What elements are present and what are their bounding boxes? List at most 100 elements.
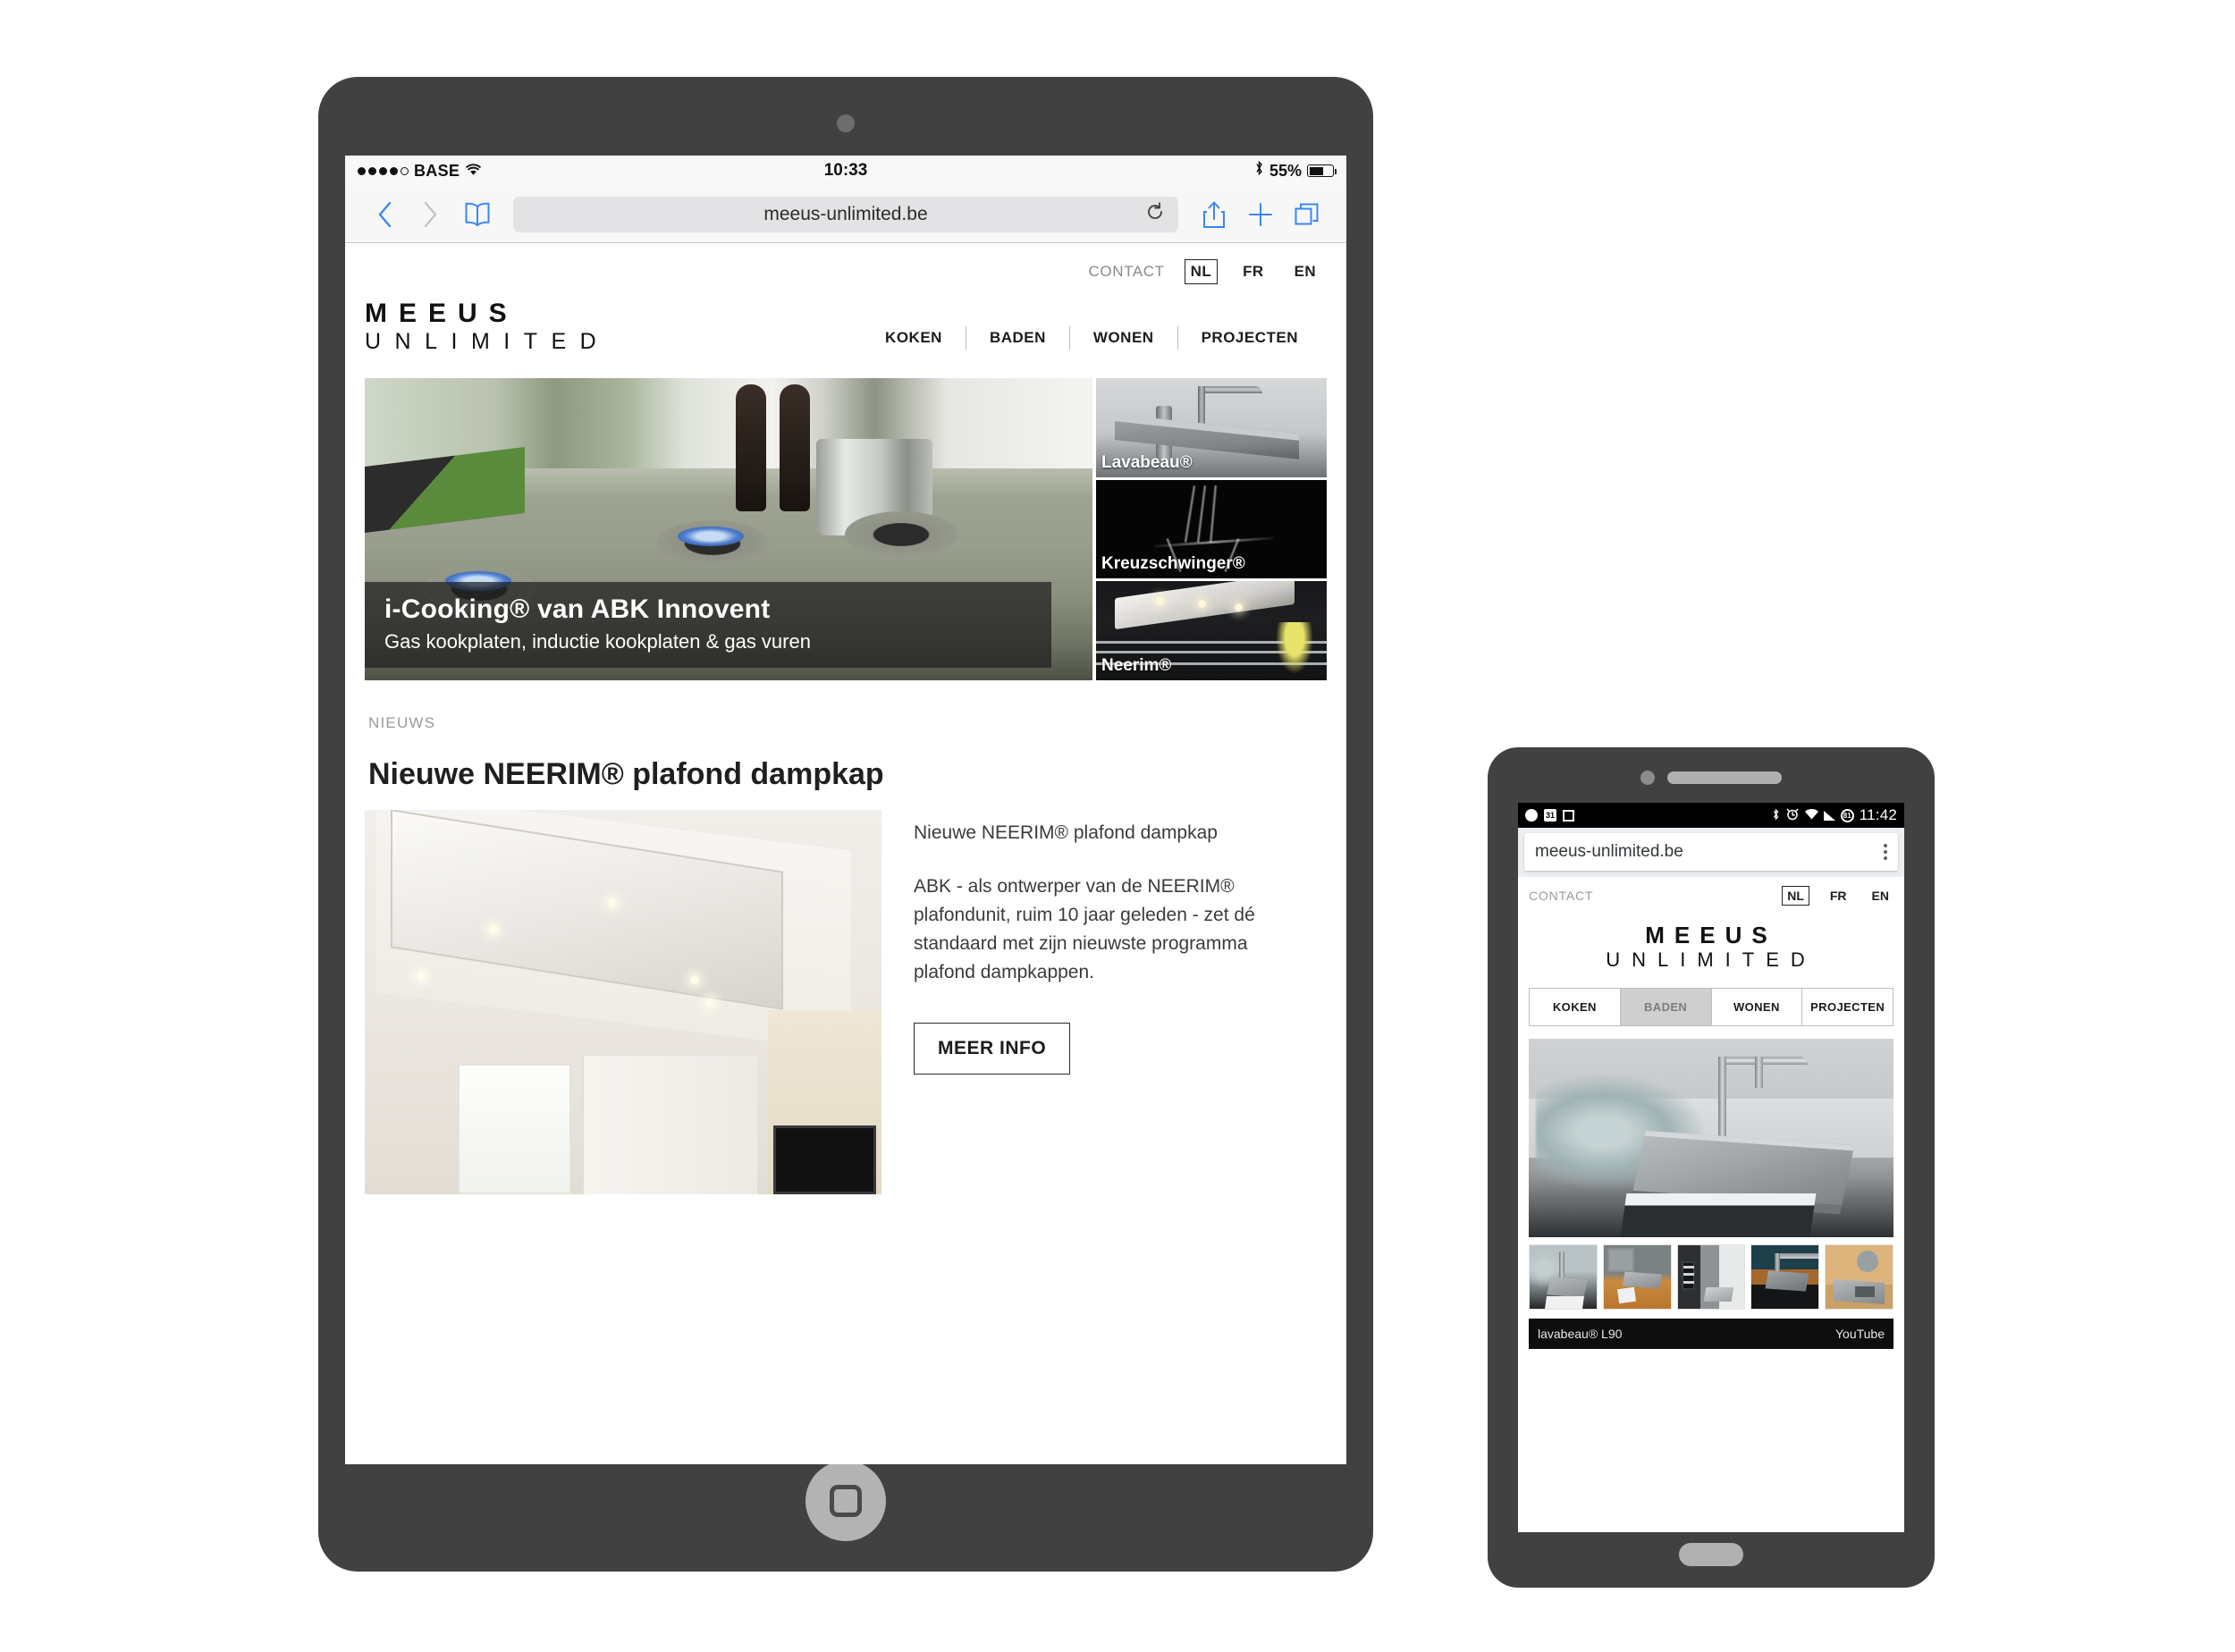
news-body: Nieuwe NEERIM® plafond dampkap ABK - als… <box>365 810 1327 1194</box>
battery-percent: 55% <box>1269 161 1302 180</box>
logo-line-1: MEEUS <box>365 299 519 328</box>
lang-en[interactable]: EN <box>1289 260 1321 283</box>
phone-earpiece-icon <box>1667 771 1782 784</box>
site-logo[interactable]: MEEUS UNLIMITED <box>365 300 610 353</box>
phone-thumbnail-strip <box>1529 1244 1893 1310</box>
logo-line-2: UNLIMITED <box>365 329 611 354</box>
calendar-icon: 31 <box>1544 809 1556 822</box>
lang-nl[interactable]: NL <box>1184 259 1219 284</box>
signal-dots-icon <box>358 166 409 175</box>
news-image[interactable] <box>365 810 881 1194</box>
signal-bars-icon <box>1823 810 1835 821</box>
news-text: Nieuwe NEERIM® plafond dampkap ABK - als… <box>881 810 1327 1194</box>
home-square-icon <box>830 1485 862 1517</box>
forward-chevron-icon <box>408 200 454 229</box>
url-bar[interactable]: meeus-unlimited.be <box>513 196 1178 232</box>
plus-icon[interactable] <box>1237 201 1284 228</box>
phone-lang-en[interactable]: EN <box>1868 887 1893 905</box>
nav-item-projecten[interactable]: PROJECTEN <box>1178 329 1321 347</box>
phone-hero-image[interactable] <box>1529 1039 1893 1237</box>
wifi-icon <box>1804 808 1818 822</box>
phone-video-bar[interactable]: lavabeau® L90 YouTube <box>1529 1319 1893 1349</box>
hero-tiles: Lavabeau® Kreuzschwinger® Neerim® <box>1096 378 1327 681</box>
phone-thumbnail-5[interactable] <box>1825 1244 1893 1310</box>
hero-caption: i-Cooking® van ABK Innovent Gas kookplat… <box>365 582 1051 668</box>
tablet-screen: BASE 10:33 55% meeus-unlimited.be CONTAC… <box>345 156 1346 1464</box>
hero-title: i-Cooking® van ABK Innovent <box>384 594 771 624</box>
lang-fr[interactable]: FR <box>1237 260 1269 283</box>
safari-toolbar: meeus-unlimited.be <box>345 186 1346 243</box>
phone-thumbnail-4[interactable] <box>1750 1244 1820 1310</box>
main-nav: KOKEN BADEN WONEN PROJECTEN <box>862 326 1321 353</box>
phone-site-utility-bar: CONTACT NL FR EN <box>1518 877 1904 911</box>
phone-speaker-group <box>1640 771 1782 785</box>
chrome-url-bar[interactable]: meeus-unlimited.be <box>1524 833 1898 871</box>
hero-main-image[interactable]: i-Cooking® van ABK Innovent Gas kookplat… <box>365 378 1092 680</box>
battery-circle-icon: 81 <box>1840 808 1854 822</box>
contact-link[interactable]: CONTACT <box>1089 263 1165 281</box>
phone-home-button[interactable] <box>1679 1543 1743 1566</box>
hero-tile-kreuzschwinger[interactable]: Kreuzschwinger® <box>1096 479 1327 579</box>
phone-nav-item-baden[interactable]: BADEN <box>1620 989 1712 1025</box>
tablet-home-button[interactable] <box>805 1461 886 1541</box>
book-icon[interactable] <box>454 201 501 228</box>
tile-label-lavabeau: Lavabeau® <box>1101 452 1193 472</box>
phone-front-camera-icon <box>1640 771 1655 785</box>
hero-subtitle: Gas kookplaten, inductie kookplaten & ga… <box>384 630 811 653</box>
site-header: MEEUS UNLIMITED KOKEN BADEN WONEN PROJEC… <box>345 288 1346 378</box>
neerim-ceiling-hood-photo <box>365 810 881 1194</box>
back-chevron-icon[interactable] <box>361 200 408 229</box>
hero-tile-neerim[interactable]: Neerim® <box>1096 581 1327 681</box>
tabs-icon[interactable] <box>1284 201 1330 228</box>
hero-section: i-Cooking® van ABK Innovent Gas kookplat… <box>365 378 1327 681</box>
battery-icon <box>1307 164 1337 177</box>
nav-item-baden[interactable]: BADEN <box>966 329 1069 347</box>
nav-item-wonen[interactable]: WONEN <box>1070 329 1177 347</box>
nav-item-koken[interactable]: KOKEN <box>862 329 966 347</box>
phone-screen: 31 81 11:42 meeus-unlimited.be CONTACT N… <box>1518 803 1904 1532</box>
tablet-front-camera-icon <box>837 114 855 132</box>
status-right-group: 55% <box>1254 160 1337 181</box>
bluetooth-icon <box>1772 808 1780 823</box>
reload-icon[interactable] <box>1146 201 1164 227</box>
news-kicker: NIEUWS <box>368 714 436 731</box>
carrier-label: BASE <box>414 161 460 180</box>
chrome-url-text: meeus-unlimited.be <box>1535 842 1683 861</box>
meer-info-button[interactable]: MEER INFO <box>914 1022 1071 1075</box>
video-source: YouTube <box>1834 1327 1885 1341</box>
phone-lang-switcher: NL FR EN <box>1782 886 1893 906</box>
phone-nav-item-projecten[interactable]: PROJECTEN <box>1802 989 1893 1025</box>
phone-thumbnail-1[interactable] <box>1529 1244 1598 1310</box>
phone-lang-fr[interactable]: FR <box>1826 887 1851 905</box>
news-paragraph: ABK - als ontwerper van de NEERIM® plafo… <box>914 875 1255 982</box>
phone-thumbnail-2[interactable] <box>1602 1244 1672 1310</box>
tablet-device: BASE 10:33 55% meeus-unlimited.be CONTAC… <box>318 77 1373 1572</box>
news-title: Nieuwe NEERIM® plafond dampkap <box>368 757 884 791</box>
chrome-toolbar: meeus-unlimited.be <box>1518 828 1904 877</box>
status-left-group: BASE <box>358 162 482 181</box>
android-status-time: 11:42 <box>1859 806 1897 823</box>
phone-nav-item-koken[interactable]: KOKEN <box>1530 989 1621 1025</box>
share-icon[interactable] <box>1191 200 1237 229</box>
phone-lang-nl[interactable]: NL <box>1782 886 1809 906</box>
kebab-menu-icon[interactable] <box>1884 844 1887 860</box>
spotify-icon <box>1525 809 1538 822</box>
ios-status-bar: BASE 10:33 55% <box>345 156 1346 186</box>
phone-thumbnail-3[interactable] <box>1676 1244 1746 1310</box>
hero-tile-lavabeau[interactable]: Lavabeau® <box>1096 378 1327 477</box>
phone-logo-line-1: MEEUS <box>1645 922 1777 948</box>
phone-logo-line-2: UNLIMITED <box>1606 948 1817 971</box>
site-utility-bar: CONTACT NL FR EN <box>345 243 1346 288</box>
phone-contact-link[interactable]: CONTACT <box>1529 889 1593 903</box>
phone-device: 31 81 11:42 meeus-unlimited.be CONTACT N… <box>1488 747 1935 1588</box>
android-status-bar: 31 81 11:42 <box>1518 803 1904 828</box>
phone-nav-item-wonen[interactable]: WONEN <box>1712 989 1803 1025</box>
tile-label-neerim: Neerim® <box>1101 656 1172 676</box>
square-icon <box>1563 809 1574 822</box>
bluetooth-icon <box>1254 160 1264 181</box>
news-lead: Nieuwe NEERIM® plafond dampkap <box>914 822 1218 843</box>
phone-main-nav: KOKEN BADEN WONEN PROJECTEN <box>1529 988 1893 1026</box>
tile-label-kreuzschwinger: Kreuzschwinger® <box>1101 554 1245 574</box>
url-text: meeus-unlimited.be <box>763 203 928 224</box>
phone-site-logo[interactable]: MEEUS UNLIMITED <box>1518 911 1904 979</box>
